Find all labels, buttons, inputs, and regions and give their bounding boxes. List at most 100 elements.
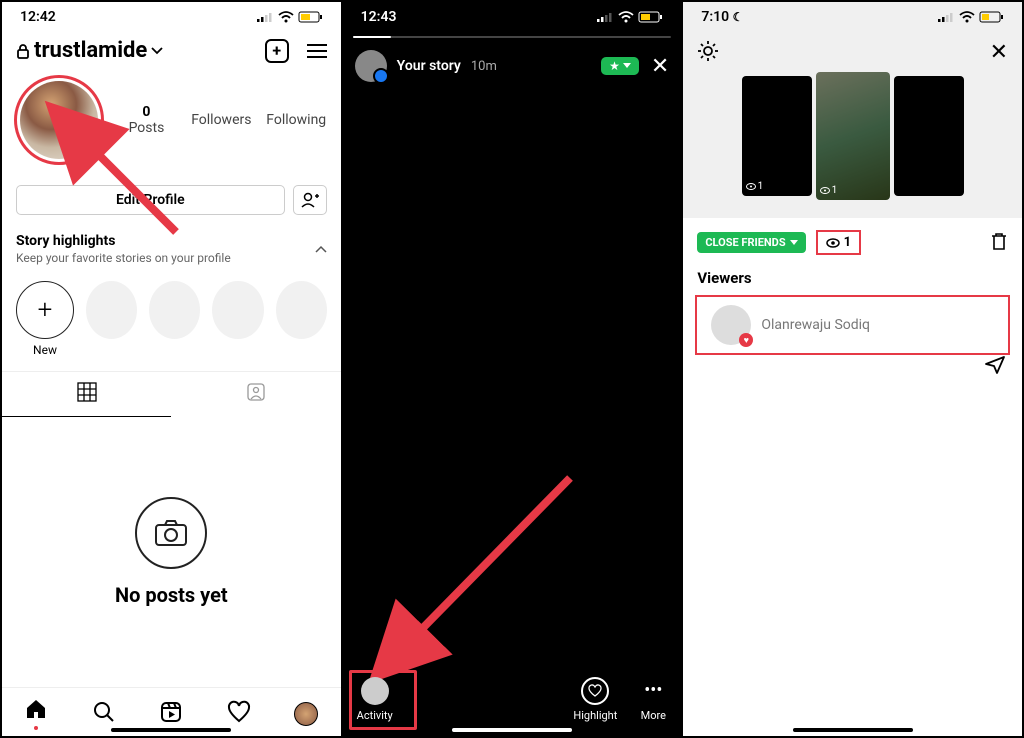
signal-icon <box>257 12 273 22</box>
tab-tagged[interactable] <box>171 372 340 417</box>
views-number: 1 <box>844 235 851 250</box>
reels-icon <box>160 701 182 723</box>
camera-circle-icon <box>135 497 207 569</box>
status-right <box>257 11 323 23</box>
nav-activity[interactable] <box>226 701 252 727</box>
highlight-placeholder <box>149 281 200 339</box>
viewers-top: ✕ <box>683 32 1022 76</box>
profile-avatar[interactable] <box>14 75 104 165</box>
eye-icon <box>826 238 840 248</box>
signal-icon <box>938 12 954 22</box>
nav-home[interactable] <box>23 698 49 730</box>
highlights-section: Story highlights Keep your favorite stor… <box>2 223 341 269</box>
close-button[interactable]: ✕ <box>990 40 1008 68</box>
story-content[interactable] <box>343 90 682 667</box>
grid-icon <box>77 382 97 402</box>
settings-button[interactable] <box>697 40 719 68</box>
story-time: 10m <box>471 59 497 74</box>
viewers-controls: CLOSE FRIENDS 1 <box>683 218 1022 267</box>
status-time: 7:10 <box>701 9 729 25</box>
highlight-label: Highlight <box>573 709 617 722</box>
moon-icon: ☾ <box>733 10 744 24</box>
share-button[interactable] <box>984 355 1006 379</box>
status-bar: 7:10 ☾ <box>683 2 1022 32</box>
posts-count: 0 <box>114 104 179 120</box>
highlight-placeholder <box>86 281 137 339</box>
home-indicator <box>452 728 572 732</box>
chevron-up-icon[interactable] <box>315 244 327 254</box>
lock-icon <box>16 43 30 59</box>
story-title: Your story <box>397 58 461 74</box>
posts-stat[interactable]: 0 Posts <box>114 104 179 136</box>
eye-icon <box>746 183 756 190</box>
close-friends-label: CLOSE FRIENDS <box>705 236 785 249</box>
edit-profile-button[interactable]: Edit Profile <box>16 185 285 215</box>
nav-profile[interactable] <box>294 702 320 726</box>
home-indicator <box>111 728 231 732</box>
highlights-subtitle: Keep your favorite stories on your profi… <box>16 251 231 265</box>
story-thumbnails: 1 1 <box>683 76 1022 218</box>
more-icon: ••• <box>639 677 667 705</box>
story-avatar[interactable] <box>355 50 387 82</box>
edit-row: Edit Profile <box>2 177 341 223</box>
following-label: Following <box>266 112 326 128</box>
trash-icon <box>990 231 1008 251</box>
nav-search[interactable] <box>91 701 117 727</box>
viewer-item[interactable]: ♥ Olanrewaju Sodiq <box>695 295 1010 355</box>
liked-badge-icon: ♥ <box>739 333 753 347</box>
highlight-button[interactable]: Highlight <box>573 677 617 722</box>
highlights-row: + New <box>2 269 341 363</box>
status-bar: 12:42 <box>2 2 341 32</box>
status-time: 12:42 <box>20 9 56 25</box>
wifi-icon <box>278 11 294 23</box>
status-time-moon: 7:10 ☾ <box>701 9 743 25</box>
chevron-down-icon <box>151 46 163 56</box>
viewer-name: Olanrewaju Sodiq <box>761 317 870 333</box>
profile-screen: 12:42 trustlamide + 0 Posts <box>1 1 342 737</box>
eye-icon <box>820 187 830 194</box>
viewers-heading: Viewers <box>683 267 1022 295</box>
story-thumb[interactable] <box>894 76 964 196</box>
tab-grid[interactable] <box>2 372 171 417</box>
story-thumb-active[interactable]: 1 <box>816 72 890 200</box>
send-icon <box>984 355 1006 375</box>
more-label: More <box>641 709 666 722</box>
username-text: trustlamide <box>34 38 147 63</box>
delete-button[interactable] <box>990 231 1008 255</box>
heart-icon <box>227 701 251 723</box>
views-pill[interactable]: 1 <box>816 230 861 255</box>
close-friends-badge[interactable]: ★ <box>601 57 639 75</box>
create-button[interactable]: + <box>265 39 289 63</box>
home-indicator <box>793 728 913 732</box>
signal-icon <box>597 12 613 22</box>
more-button[interactable]: ••• More <box>639 677 667 722</box>
nav-reels[interactable] <box>158 701 184 727</box>
story-thumb[interactable]: 1 <box>742 76 812 196</box>
profile-tabs <box>2 371 341 417</box>
username-dropdown[interactable]: trustlamide <box>16 38 163 63</box>
close-friends-pill[interactable]: CLOSE FRIENDS <box>697 232 805 253</box>
posts-label: Posts <box>129 120 165 136</box>
status-bar: 12:43 <box>343 2 682 32</box>
chevron-down-icon <box>623 63 631 69</box>
status-right <box>938 11 1004 23</box>
empty-text: No posts yet <box>115 583 228 607</box>
profile-stats: 0 Posts Followers Following <box>2 67 341 177</box>
search-icon <box>93 701 115 723</box>
viewer-avatar: ♥ <box>711 305 751 345</box>
close-button[interactable]: ✕ <box>651 54 669 79</box>
home-icon <box>24 698 48 720</box>
highlight-new-button[interactable]: + <box>16 281 74 339</box>
viewers-screen: 7:10 ☾ ✕ 1 1 CLOSE FRIENDS <box>682 1 1023 737</box>
battery-icon <box>639 11 663 23</box>
highlight-placeholder <box>276 281 327 339</box>
following-stat[interactable]: Following <box>264 112 329 128</box>
battery-icon <box>299 11 323 23</box>
menu-button[interactable] <box>307 44 327 58</box>
add-person-icon <box>301 192 319 208</box>
discover-people-button[interactable] <box>293 185 327 215</box>
annotation-box <box>349 670 417 730</box>
followers-stat[interactable]: Followers <box>189 112 254 128</box>
battery-icon <box>980 11 1004 23</box>
story-header: Your story 10m ★ ✕ <box>343 42 682 90</box>
